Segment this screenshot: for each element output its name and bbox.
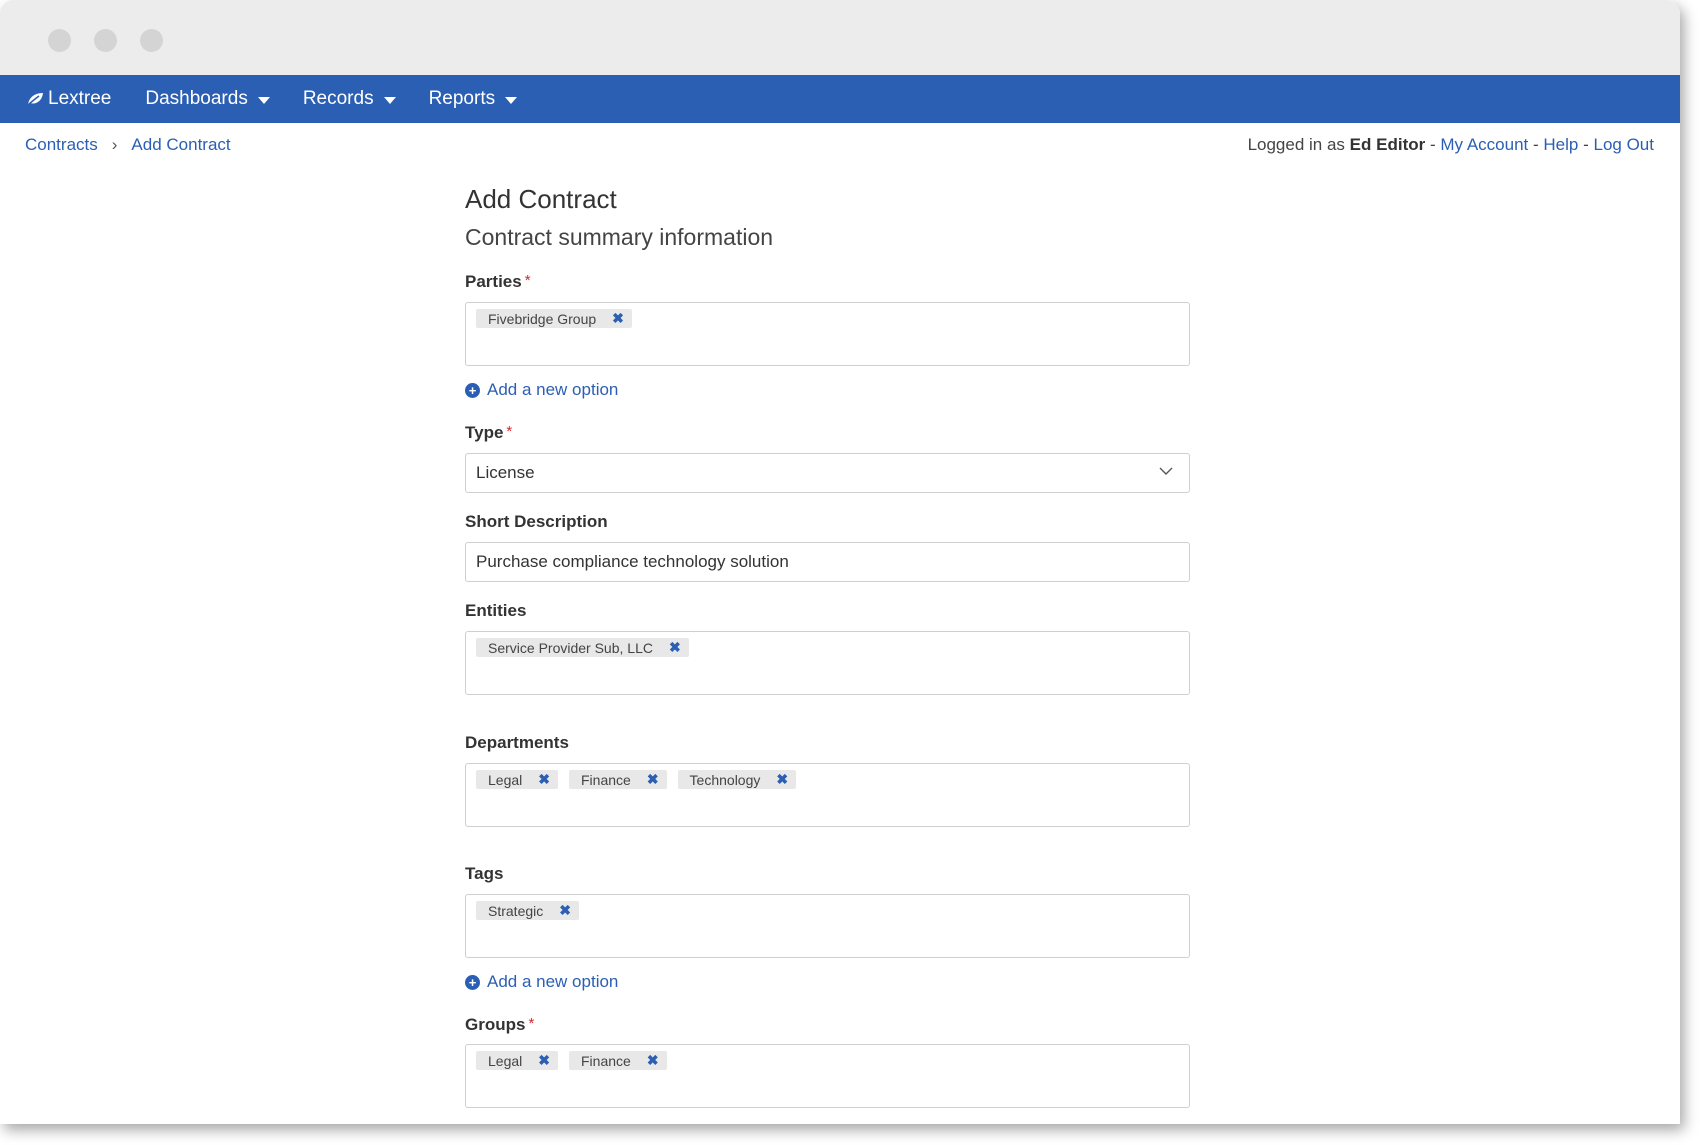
nav-reports[interactable]: Reports <box>429 88 518 110</box>
breadcrumb-contracts[interactable]: Contracts <box>25 135 98 155</box>
tags-multiselect[interactable]: Strategic ✖ <box>465 894 1190 958</box>
entities-chips: Service Provider Sub, LLC ✖ <box>476 638 1179 657</box>
window-close-dot[interactable] <box>48 29 71 52</box>
my-account-link[interactable]: My Account <box>1440 135 1528 154</box>
chip-label: Service Provider Sub, LLC <box>488 639 653 656</box>
caret-down-icon <box>257 96 270 104</box>
tags-chips: Strategic ✖ <box>476 901 1179 920</box>
chip: Finance ✖ <box>569 1051 667 1070</box>
groups-label: Groups * <box>465 1015 534 1035</box>
separator: - <box>1583 135 1589 154</box>
top-navbar: Lextree Dashboards Records Reports <box>0 75 1680 123</box>
remove-chip-icon[interactable]: ✖ <box>776 771 788 788</box>
chip: Strategic ✖ <box>476 901 579 920</box>
brand-name: Lextree <box>48 88 112 109</box>
remove-chip-icon[interactable]: ✖ <box>538 771 550 788</box>
logged-in-prefix: Logged in as <box>1247 135 1345 154</box>
short-description-value: Purchase compliance technology solution <box>476 552 789 571</box>
chip-label: Legal <box>488 1052 523 1069</box>
separator: - <box>1429 135 1436 154</box>
subheader: Contracts › Add Contract Logged in as Ed… <box>0 123 1680 167</box>
window-minimize-dot[interactable] <box>94 29 117 52</box>
logout-link[interactable]: Log Out <box>1594 135 1655 154</box>
short-description-label-text: Short Description <box>465 512 608 531</box>
remove-chip-icon[interactable]: ✖ <box>669 639 681 656</box>
tags-add-option-link[interactable]: + Add a new option <box>465 972 618 992</box>
user-bar: Logged in as Ed Editor - My Account - He… <box>1248 135 1654 155</box>
breadcrumb: Contracts › Add Contract <box>25 135 231 155</box>
tags-label-text: Tags <box>465 864 504 883</box>
window-titlebar <box>0 0 1680 75</box>
chip-label: Finance <box>581 1052 631 1069</box>
entities-label: Entities <box>465 601 526 621</box>
page-subtitle: Contract summary information <box>465 224 774 250</box>
parties-multiselect[interactable]: Fivebridge Group ✖ <box>465 302 1190 366</box>
short-description-label: Short Description <box>465 512 608 532</box>
chip: Legal ✖ <box>476 770 558 789</box>
required-marker: * <box>506 423 513 440</box>
chip-label: Legal <box>488 771 523 788</box>
caret-down-icon <box>383 96 396 104</box>
departments-label: Departments <box>465 733 569 753</box>
departments-label-text: Departments <box>465 733 569 752</box>
nav-reports-label: Reports <box>428 88 496 109</box>
remove-chip-icon[interactable]: ✖ <box>612 310 624 327</box>
help-link[interactable]: Help <box>1543 135 1578 154</box>
groups-multiselect[interactable]: Legal ✖ Finance ✖ <box>465 1044 1190 1108</box>
remove-chip-icon[interactable]: ✖ <box>559 902 571 919</box>
chip: Service Provider Sub, LLC ✖ <box>476 638 689 657</box>
plus-circle-icon: + <box>465 382 480 398</box>
chip: Legal ✖ <box>476 1051 558 1070</box>
add-option-label: Add a new option <box>487 972 619 991</box>
chip-label: Technology <box>689 771 761 788</box>
nav-records[interactable]: Records <box>303 88 396 110</box>
type-select-value: License <box>476 463 535 482</box>
page-title: Add Contract <box>465 184 617 214</box>
caret-down-icon <box>505 96 518 104</box>
parties-chips: Fivebridge Group ✖ <box>476 309 1179 328</box>
leaf-icon <box>26 93 43 107</box>
form-header: Add Contract Contract summary informatio… <box>465 182 1190 252</box>
type-label-text: Type <box>465 423 504 442</box>
chevron-down-icon <box>1159 467 1173 475</box>
type-label: Type * <box>465 423 512 443</box>
remove-chip-icon[interactable]: ✖ <box>647 1052 659 1069</box>
nav-records-label: Records <box>302 88 374 109</box>
entities-multiselect[interactable]: Service Provider Sub, LLC ✖ <box>465 631 1190 695</box>
parties-add-option-link[interactable]: + Add a new option <box>465 380 618 400</box>
type-select[interactable]: License <box>465 453 1190 493</box>
nav-dashboards-label: Dashboards <box>145 88 248 109</box>
remove-chip-icon[interactable]: ✖ <box>647 771 659 788</box>
plus-circle-icon: + <box>465 974 480 990</box>
user-name: Ed Editor <box>1349 135 1426 154</box>
groups-label-text: Groups <box>465 1015 526 1034</box>
chip-label: Finance <box>581 771 631 788</box>
departments-chips: Legal ✖ Finance ✖ Technology ✖ <box>476 770 1179 789</box>
short-description-input[interactable]: Purchase compliance technology solution <box>465 542 1190 582</box>
entities-label-text: Entities <box>465 601 527 620</box>
chip: Finance ✖ <box>569 770 667 789</box>
tags-label: Tags <box>465 864 503 884</box>
groups-chips: Legal ✖ Finance ✖ <box>476 1051 1179 1070</box>
required-marker: * <box>528 1015 535 1032</box>
window-maximize-dot[interactable] <box>140 29 163 52</box>
chevron-right-icon: › <box>111 135 118 154</box>
remove-chip-icon[interactable]: ✖ <box>538 1052 550 1069</box>
chip: Technology ✖ <box>677 770 797 789</box>
required-marker: * <box>524 272 531 289</box>
separator: - <box>1532 135 1539 154</box>
parties-label: Parties * <box>465 272 531 292</box>
chip-label: Fivebridge Group <box>488 310 597 327</box>
departments-multiselect[interactable]: Legal ✖ Finance ✖ Technology ✖ <box>465 763 1190 827</box>
brand-link[interactable]: Lextree <box>26 88 111 110</box>
add-option-label: Add a new option <box>487 380 619 399</box>
nav-dashboards[interactable]: Dashboards <box>145 88 270 110</box>
breadcrumb-add-contract[interactable]: Add Contract <box>131 135 230 155</box>
chip: Fivebridge Group ✖ <box>476 309 632 328</box>
chip-label: Strategic <box>488 902 544 919</box>
parties-label-text: Parties <box>465 272 522 291</box>
